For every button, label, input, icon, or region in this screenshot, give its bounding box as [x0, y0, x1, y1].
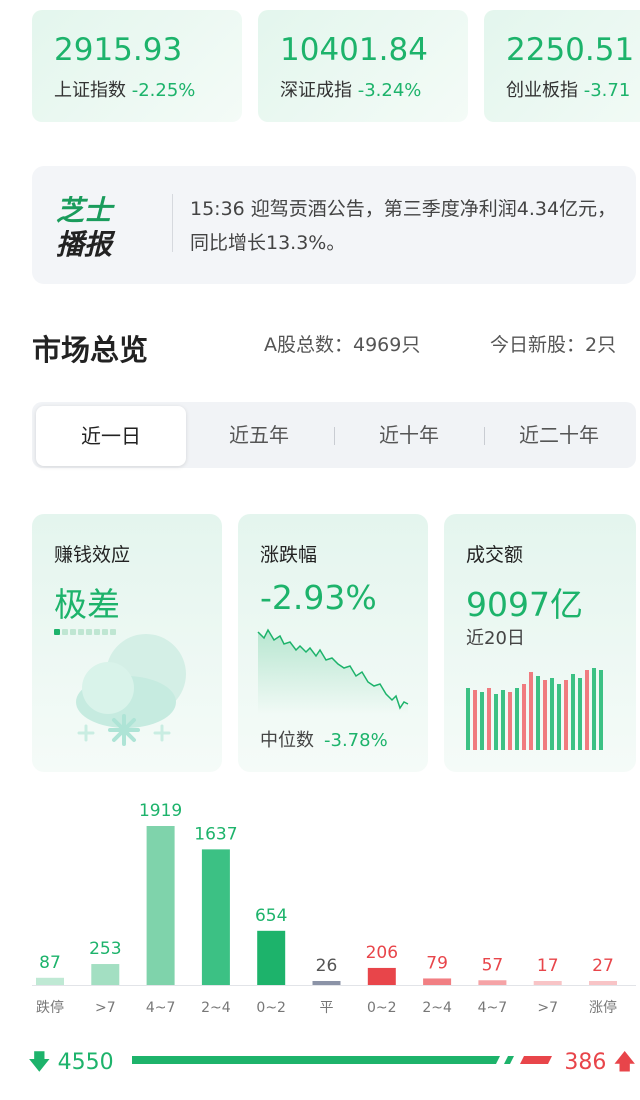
category-label: 4~7	[478, 1000, 508, 1016]
down-count-row: 🡇 4550	[28, 1045, 114, 1083]
index-change: -3.71	[583, 80, 631, 101]
change-distribution-chart: 87 跌停 253 >7 1919 4~7 1637 2~4 654 0~2 26 平 206 0~2 79…	[36, 801, 617, 1016]
turnover-period: 近20日	[466, 628, 525, 649]
bar-value-label: 87	[39, 953, 61, 973]
profit-effect-value: 极差	[54, 585, 120, 624]
level-indicator	[54, 620, 124, 635]
category-label: 平	[320, 1000, 334, 1016]
turnover-value: 9097亿	[466, 585, 583, 624]
category-label: 0~2	[367, 1000, 397, 1016]
distribution-bar	[423, 978, 452, 985]
category-label: 涨停	[589, 999, 617, 1016]
index-name: 创业板指	[506, 80, 578, 101]
index-change: -3.24%	[357, 80, 422, 101]
up-down-ratio-bar: 🡇 4550 386 🡅	[28, 1040, 640, 1080]
bar-value-label: 253	[89, 939, 121, 959]
distribution-bar	[478, 980, 507, 985]
index-change: -2.25%	[131, 80, 196, 101]
change-value: -2.93%	[260, 578, 377, 617]
card-label: 成交额	[466, 544, 524, 566]
index-card-sz[interactable]: 10401.84 深证成指 -3.24%	[258, 10, 468, 122]
bar-value-label: 206	[366, 943, 398, 963]
up-count-row: 386 🡅	[564, 1045, 636, 1083]
index-cards-row: 2915.93 上证指数 -2.25% 10401.84 深证成指 -3.24%…	[32, 10, 640, 124]
up-count: 386	[564, 1050, 607, 1075]
bar-value-label: 17	[537, 956, 559, 976]
card-label: 赚钱效应	[54, 544, 131, 566]
down-count: 4550	[57, 1050, 114, 1075]
turnover-mini-bars	[466, 664, 616, 754]
up-arrow-icon: 🡅	[613, 1050, 636, 1075]
median-row: 中位数 -3.78%	[260, 726, 388, 752]
distribution-bar	[312, 981, 341, 985]
index-name: 深证成指	[280, 80, 352, 101]
bar-value-label: 1637	[194, 824, 237, 844]
index-card-sh[interactable]: 2915.93 上证指数 -2.25%	[32, 10, 242, 122]
category-label: 跌停	[36, 999, 64, 1016]
tab-5y[interactable]: 近五年	[184, 402, 334, 468]
distribution-bar	[146, 826, 175, 985]
bar-value-label: 79	[426, 953, 448, 973]
market-title: 市场总览	[32, 333, 149, 367]
tab-1d[interactable]: 近一日	[36, 406, 186, 466]
logo-line2: 播报	[56, 228, 116, 260]
distribution-bar	[367, 967, 396, 985]
change-card[interactable]: 涨跌幅 -2.93% 中位数 -3.78%	[238, 514, 428, 772]
distribution-bar	[533, 981, 562, 985]
category-label: 4~7	[146, 1000, 176, 1016]
snow-cloud-icon	[66, 630, 196, 750]
ratio-bar	[132, 1056, 552, 1064]
index-name: 上证指数	[54, 80, 126, 101]
turnover-card[interactable]: 成交额 9097亿 近20日	[444, 514, 636, 772]
distribution-bar	[257, 930, 286, 985]
news-divider	[172, 194, 173, 252]
median-label: 中位数	[260, 730, 314, 751]
category-label: 0~2	[256, 1000, 286, 1016]
category-label: >7	[95, 1000, 116, 1016]
index-value: 2250.51	[506, 32, 635, 68]
new-stocks: 今日新股：2只	[490, 334, 617, 356]
news-logo: 芝士 播报	[54, 190, 128, 261]
bar-value-label: 57	[482, 955, 504, 975]
total-stocks: A股总数：4969只	[264, 334, 421, 356]
logo-line1: 芝士	[56, 194, 115, 227]
tab-20y[interactable]: 近二十年	[484, 402, 634, 468]
tab-10y[interactable]: 近十年	[334, 402, 484, 468]
distribution-bar	[91, 964, 120, 985]
distribution-bar	[589, 981, 617, 985]
category-label: 2~4	[201, 1000, 231, 1016]
bar-value-label: 27	[592, 956, 614, 976]
category-label: 2~4	[422, 1000, 452, 1016]
distribution-bar	[201, 849, 230, 985]
intraday-sparkline	[256, 624, 412, 714]
card-label: 涨跌幅	[260, 544, 318, 566]
index-card-cyb[interactable]: 2250.51 创业板指 -3.71	[484, 10, 640, 122]
news-text: 15:36 迎驾贡酒公告，第三季度净利润4.34亿元，同比增长13.3%。	[190, 198, 617, 254]
median-value: -3.78%	[324, 730, 388, 751]
down-arrow-icon: 🡇	[28, 1050, 51, 1075]
bar-value-label: 26	[316, 956, 338, 976]
index-value: 2915.93	[54, 32, 183, 68]
category-label: >7	[537, 1000, 558, 1016]
index-value: 10401.84	[280, 32, 428, 68]
news-banner[interactable]: 芝士 播报 15:36 迎驾贡酒公告，第三季度净利润4.34亿元，同比增长13.…	[32, 166, 636, 284]
profit-effect-card[interactable]: 赚钱效应 极差	[32, 514, 222, 772]
bar-value-label: 1919	[139, 801, 182, 821]
distribution-bar	[36, 977, 64, 985]
bar-value-label: 654	[255, 906, 287, 926]
period-tabs: 近一日 近五年 近十年 近二十年	[32, 402, 636, 468]
